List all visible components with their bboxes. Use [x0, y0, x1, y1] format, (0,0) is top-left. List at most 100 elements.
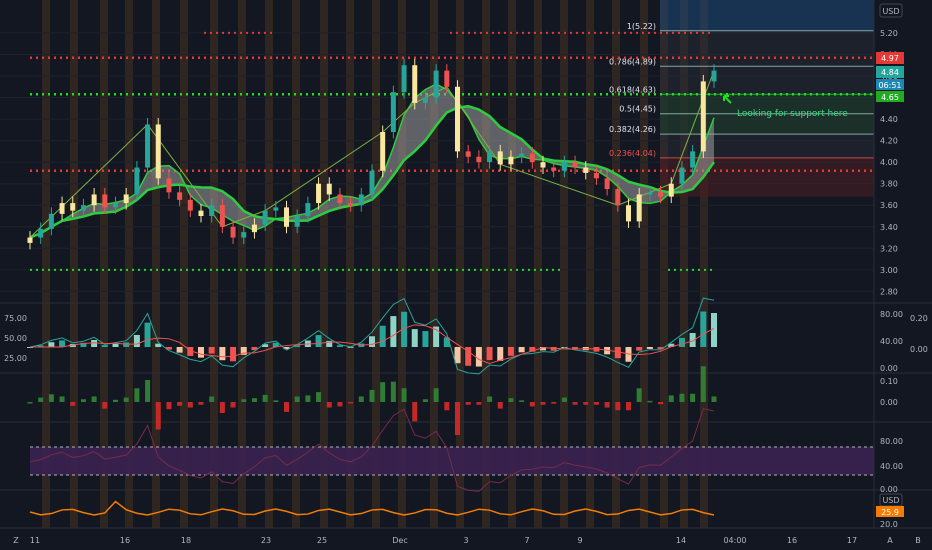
momentum-bar	[615, 402, 621, 411]
oscillator-bar	[379, 325, 386, 347]
last-price-tag-label: 4.84	[881, 68, 899, 77]
price-axis-label: 2.80	[880, 287, 898, 296]
auto-scale-button[interactable]: A	[887, 536, 893, 545]
oscillator-bar	[390, 316, 397, 347]
momentum-bar	[455, 402, 460, 435]
candle-body	[284, 207, 289, 227]
price-axis-label: 3.00	[880, 266, 898, 275]
momentum-bar	[145, 380, 151, 402]
oscillator-bar	[91, 339, 98, 347]
candle-body	[519, 153, 525, 157]
candle-body	[187, 199, 193, 211]
momentum-bar	[251, 398, 257, 402]
oscillator-bar	[369, 336, 375, 347]
oscillator-bar	[59, 340, 66, 347]
momentum-bar	[48, 394, 54, 402]
currency-label: USD	[882, 7, 899, 16]
candle-body	[711, 70, 717, 82]
momentum-bar	[348, 402, 354, 404]
candle-body	[326, 183, 332, 195]
candle-body	[604, 178, 610, 190]
fib-label: 0.236(4.04)	[609, 149, 656, 158]
candle-body	[529, 153, 535, 163]
candle-body	[102, 194, 108, 208]
candle-body	[348, 203, 354, 206]
oscillator-right2-label: 0.20	[910, 314, 928, 323]
candle-body	[134, 167, 140, 195]
momentum-bar	[284, 402, 289, 412]
momentum-bar	[422, 399, 428, 402]
candle-body	[497, 151, 503, 165]
oscillator-right2-label: 0.00	[910, 345, 928, 354]
oscillator-bar	[700, 311, 707, 347]
momentum-bar	[337, 402, 343, 407]
volume-oscillator-label: 20.0	[880, 520, 898, 529]
candle-body	[219, 205, 225, 227]
oscillator-bar	[646, 347, 653, 349]
candle-body	[155, 124, 161, 179]
oscillator-bar	[176, 347, 183, 353]
momentum-bar	[444, 402, 450, 411]
price-axis-label: 5.20	[880, 29, 898, 38]
oscillator-left-label: 50.00	[4, 334, 27, 343]
oscillator-bar	[123, 342, 130, 347]
zoom-reset-icon[interactable]: Z	[13, 536, 19, 545]
momentum-bar	[326, 402, 332, 408]
momentum-bar	[508, 398, 514, 402]
momentum-bar	[123, 397, 129, 402]
candle-body	[390, 92, 396, 132]
momentum-bar	[658, 402, 664, 405]
momentum-bar	[476, 402, 482, 405]
candle-body	[636, 194, 642, 222]
fib-label: 1(5.22)	[627, 22, 656, 31]
countdown-tag-label: 06:51	[878, 81, 901, 90]
momentum-bar	[551, 402, 557, 404]
candle-body	[626, 205, 631, 222]
momentum-bar	[70, 402, 76, 406]
candle-body	[551, 167, 557, 171]
momentum-bar	[27, 402, 33, 404]
momentum-bar	[209, 396, 215, 402]
oscillator-bar	[518, 347, 525, 353]
momentum-bar	[294, 396, 300, 402]
momentum-bar	[113, 399, 118, 402]
candle-body	[444, 70, 450, 87]
momentum-bar	[626, 402, 631, 411]
candle-body	[358, 194, 364, 206]
momentum-bar	[465, 402, 471, 405]
candle-body	[262, 210, 268, 225]
oscillator-bar	[507, 347, 514, 356]
candle-body	[572, 162, 578, 168]
momentum-bar	[219, 402, 225, 413]
log-scale-button[interactable]: B	[915, 536, 921, 545]
oscillator-left-label: 25.00	[4, 354, 27, 363]
candle-body	[91, 194, 97, 206]
time-axis-label: 16	[120, 536, 130, 545]
fib-label: 0.5(4.45)	[619, 105, 656, 114]
time-axis-label: 7	[524, 536, 529, 545]
candle-body	[476, 156, 482, 163]
oscillator-bar	[219, 347, 226, 361]
candle-body	[337, 194, 343, 204]
rsi-axis-label: 0.00	[880, 485, 898, 494]
momentum-bar	[529, 402, 535, 407]
time-axis-label: 9	[577, 536, 582, 545]
candle-body	[615, 189, 621, 206]
momentum-bar	[80, 399, 86, 402]
time-axis-label: 23	[261, 536, 271, 545]
momentum-bar	[305, 395, 311, 402]
momentum-bar	[187, 402, 193, 408]
chart-canvas[interactable]: 1(5.22)0.786(4.89)0.618(4.63)0.5(4.45)0.…	[0, 0, 932, 550]
oscillator-bar	[112, 343, 119, 347]
momentum-bar	[38, 397, 44, 402]
momentum-bar	[711, 396, 717, 402]
support-price-tag-label: 4.65	[881, 93, 899, 102]
time-axis-label: 18	[181, 536, 191, 545]
candle-body	[273, 207, 279, 211]
candle-body	[209, 205, 215, 216]
red-price-tag-label: 4.97	[881, 54, 899, 63]
candle-body	[583, 167, 589, 173]
candle-body	[690, 151, 696, 168]
momentum-bar	[700, 366, 706, 402]
oscillator-bar	[550, 347, 557, 351]
